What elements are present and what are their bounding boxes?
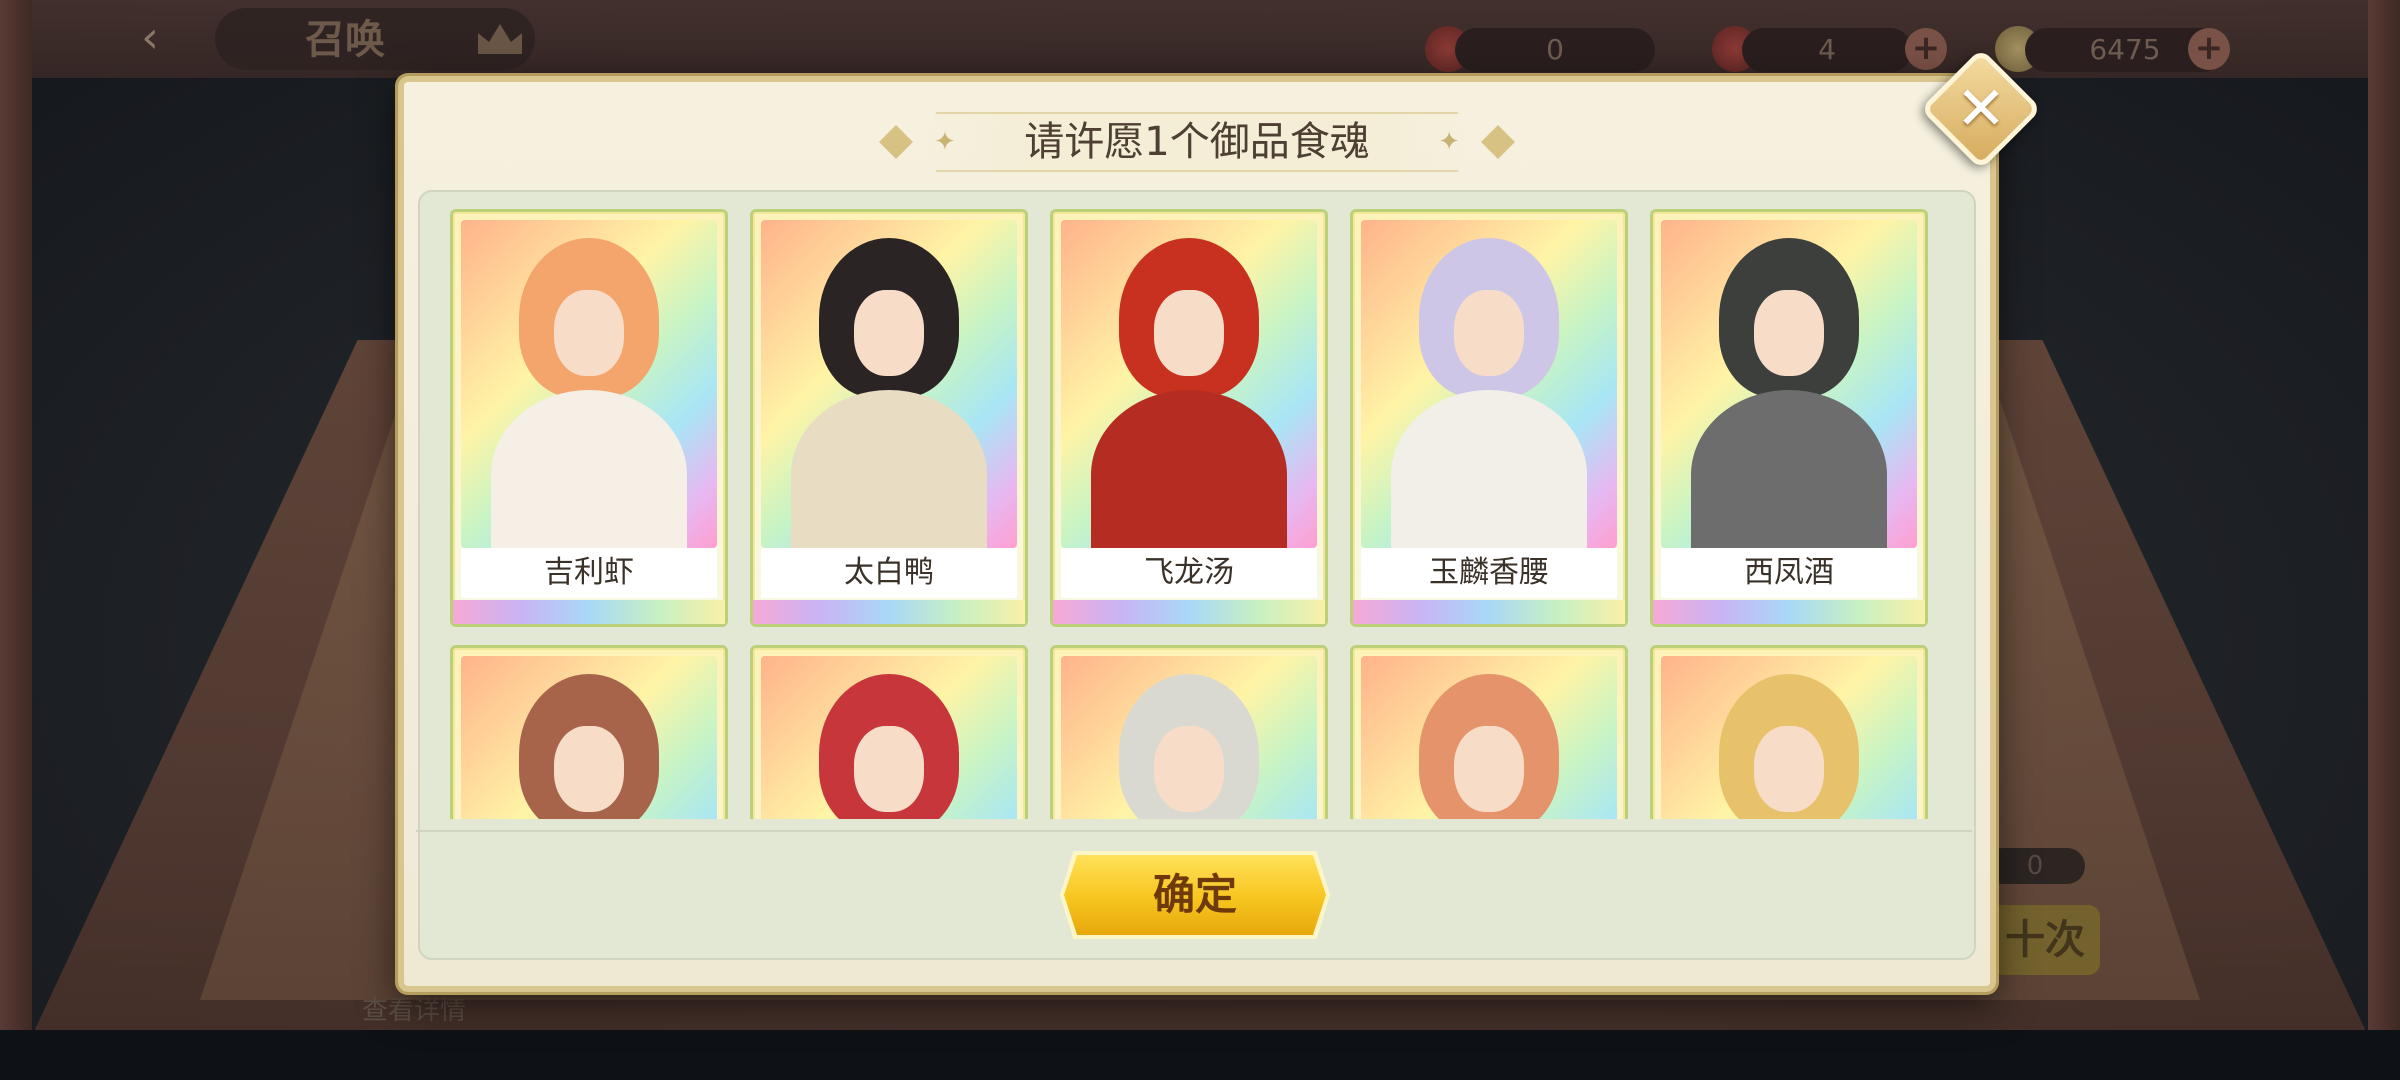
character-portrait: [1661, 656, 1917, 819]
character-card[interactable]: [450, 645, 728, 819]
character-card[interactable]: 吉利虾: [450, 209, 728, 627]
resource-counter-2: 4: [1742, 28, 1912, 72]
footer-divider: [416, 830, 1972, 832]
portrait-outfit: [491, 390, 687, 548]
character-portrait: [1061, 656, 1317, 819]
portrait-outfit: [1691, 390, 1887, 548]
portrait-face: [554, 726, 624, 812]
card-rarity-band: [1053, 600, 1325, 624]
portrait-outfit: [1091, 390, 1287, 548]
add-coins-button[interactable]: +: [2188, 28, 2230, 70]
background-counter: 0: [1985, 848, 2085, 884]
character-name: 吉利虾: [461, 548, 717, 598]
confirm-button-label: 确定: [1152, 870, 1237, 919]
character-portrait: [461, 220, 717, 548]
character-card[interactable]: 飞龙汤: [1050, 209, 1328, 627]
character-portrait: [1061, 220, 1317, 548]
character-portrait: [1661, 220, 1917, 548]
portrait-face: [854, 290, 924, 376]
card-rarity-band: [1353, 600, 1625, 624]
character-card[interactable]: 西凤酒: [1650, 209, 1928, 627]
diamond-ornament-icon: [879, 125, 913, 159]
card-rarity-band: [1653, 600, 1925, 624]
portrait-face: [554, 290, 624, 376]
left-frame: [0, 0, 32, 1080]
portrait-face: [1454, 726, 1524, 812]
back-button[interactable]: ‹: [120, 12, 180, 64]
add-ticket-button[interactable]: +: [1905, 28, 1947, 70]
character-portrait: [1361, 220, 1617, 548]
ten-pull-button[interactable]: 十次: [1990, 905, 2100, 975]
portrait-outfit: [1391, 390, 1587, 548]
portrait-face: [1154, 726, 1224, 812]
portrait-face: [1754, 726, 1824, 812]
character-card[interactable]: 玉麟香腰: [1350, 209, 1628, 627]
card-rarity-band: [453, 600, 725, 624]
view-details-link[interactable]: 查看详情: [362, 990, 466, 1027]
portrait-face: [1154, 290, 1224, 376]
dialog-title-banner: ✦ ✦ 请许愿1个御品食魂: [879, 112, 1515, 172]
character-card[interactable]: [1650, 645, 1928, 819]
character-name: 西凤酒: [1661, 548, 1917, 598]
portrait-face: [1454, 290, 1524, 376]
resource-counter-1: 0: [1455, 28, 1655, 72]
character-name: 飞龙汤: [1061, 548, 1317, 598]
character-grid[interactable]: 吉利虾 太白鸭 飞龙汤 玉麟香腰 西凤酒: [447, 205, 1947, 819]
character-card[interactable]: [1350, 645, 1628, 819]
portrait-face: [1754, 290, 1824, 376]
character-card[interactable]: [1050, 645, 1328, 819]
diamond-ornament-icon: [1481, 125, 1515, 159]
close-icon[interactable]: ✕: [1938, 66, 2024, 152]
portrait-outfit: [791, 390, 987, 548]
character-name: 太白鸭: [761, 548, 1017, 598]
screen-title: 召唤: [305, 17, 385, 63]
right-frame: [2368, 0, 2400, 1080]
back-arrow-icon: ‹: [141, 12, 159, 63]
bottom-bar: [0, 1030, 2400, 1080]
character-portrait: [761, 220, 1017, 548]
character-card[interactable]: 太白鸭: [750, 209, 1028, 627]
character-portrait: [761, 656, 1017, 819]
character-portrait: [1361, 656, 1617, 819]
character-portrait: [461, 656, 717, 819]
character-card[interactable]: [750, 645, 1028, 819]
dialog-title: 请许愿1个御品食魂: [1024, 119, 1370, 165]
card-rarity-band: [753, 600, 1025, 624]
character-name: 玉麟香腰: [1361, 548, 1617, 598]
portrait-face: [854, 726, 924, 812]
